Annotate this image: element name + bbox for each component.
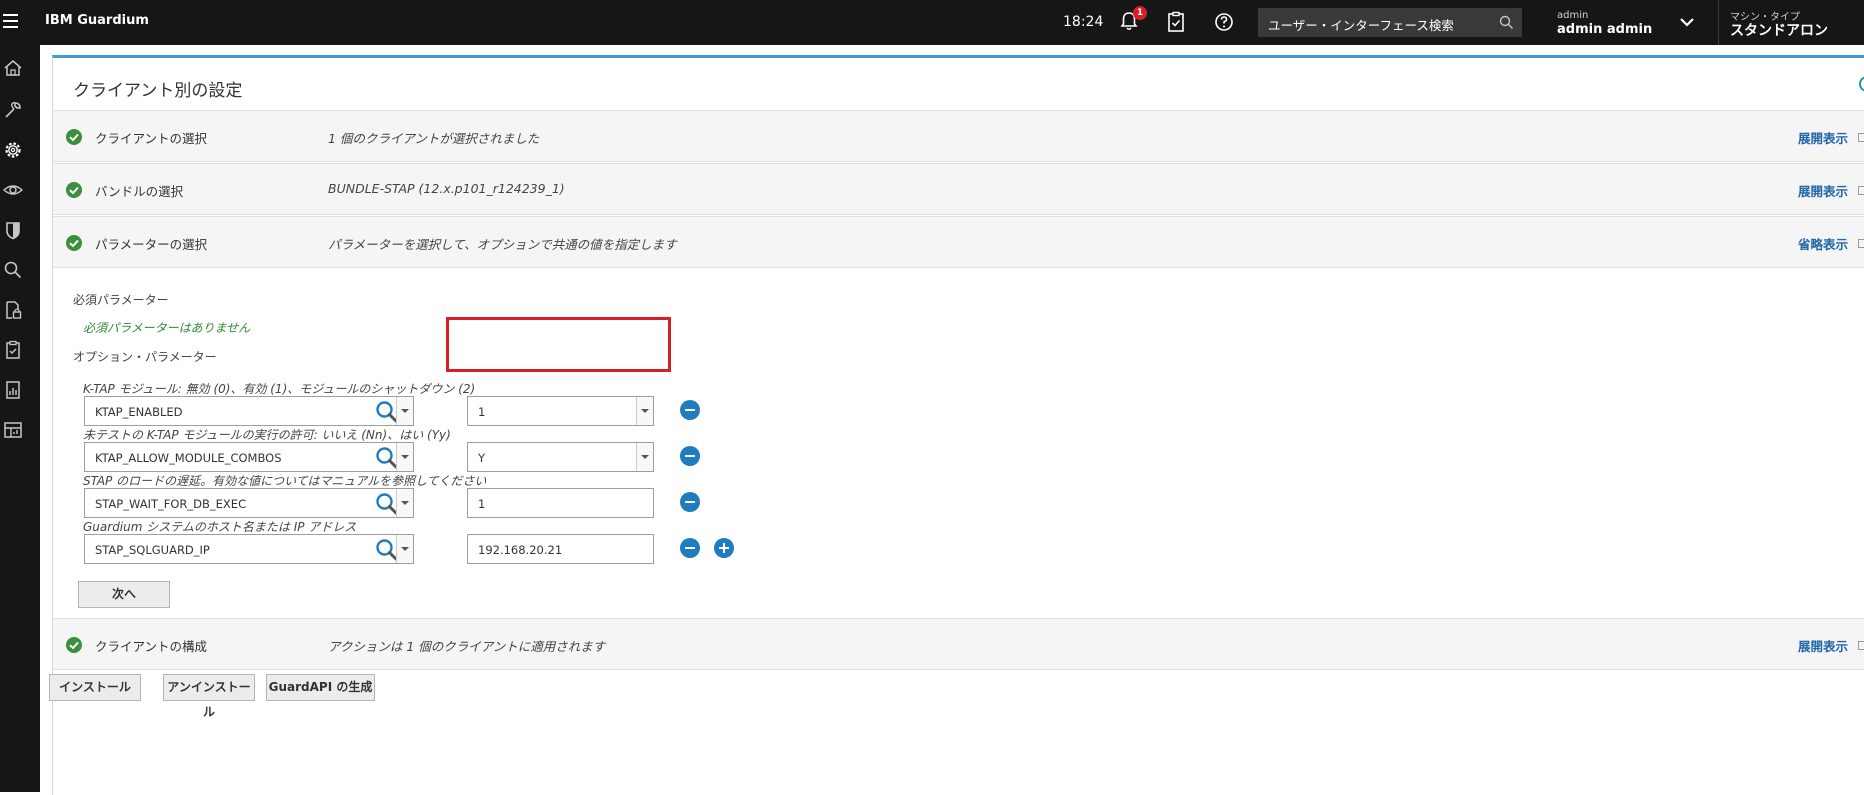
- expand-link[interactable]: 展開表示: [1798, 128, 1848, 147]
- user-label: admin: [1557, 10, 1589, 21]
- shield-icon[interactable]: [2, 219, 24, 241]
- wrench-icon[interactable]: [2, 99, 24, 121]
- check-circle-icon: [66, 637, 82, 653]
- search-placeholder: ユーザー・インターフェース検索: [1268, 18, 1454, 33]
- page-title: クライアント別の設定: [73, 81, 243, 101]
- param-value-select[interactable]: 1: [467, 396, 654, 426]
- ui-search-input[interactable]: ユーザー・インターフェース検索: [1258, 8, 1522, 37]
- user-name[interactable]: admin admin: [1557, 22, 1652, 37]
- param-value: 192.168.20.21: [478, 543, 563, 557]
- remove-param-button[interactable]: [680, 492, 700, 512]
- help-icon[interactable]: [1214, 11, 1234, 33]
- param-value: Y: [478, 451, 486, 465]
- generate-guardapi-button[interactable]: GuardAPI の生成: [266, 674, 375, 701]
- machine-type-value: スタンドアロン: [1730, 23, 1828, 39]
- param-description: K-TAP モジュール: 無効 (0)、有効 (1)、モジュールのシャットダウン…: [83, 382, 476, 396]
- home-icon[interactable]: [2, 57, 24, 79]
- chevron-down-icon[interactable]: [396, 397, 413, 425]
- install-button[interactable]: インストール: [49, 674, 141, 701]
- param-name-combobox[interactable]: STAP_WAIT_FOR_DB_EXEC: [84, 488, 414, 518]
- chevron-down-icon[interactable]: [636, 397, 653, 425]
- main-content: クライアント別の設定 クライアントの選択 1 個のクライアントが選択されました …: [40, 45, 1864, 795]
- param-description: STAP のロードの遅延。有効な値についてはマニュアルを参照してください: [83, 474, 487, 488]
- required-params-none: 必須パラメーターはありません: [83, 321, 251, 335]
- param-value-input[interactable]: 192.168.20.21: [467, 534, 654, 564]
- document-lock-icon[interactable]: [2, 299, 24, 321]
- param-description: 未テストの K-TAP モジュールの実行の許可: いいえ (Nn)、はい (Yy…: [83, 428, 451, 442]
- step-parameter-select: パラメーターの選択 パラメーターを選択して、オプションで共通の値を指定します 省…: [53, 216, 1864, 268]
- remove-param-button[interactable]: [680, 400, 700, 420]
- param-value: 1: [478, 405, 486, 419]
- param-name: STAP_WAIT_FOR_DB_EXEC: [95, 497, 247, 511]
- param-value-select[interactable]: Y: [467, 442, 654, 472]
- collapse-icon[interactable]: [1858, 239, 1864, 248]
- highlight-box: [446, 317, 671, 372]
- param-name: KTAP_ALLOW_MODULE_COMBOS: [95, 451, 282, 465]
- param-value: 1: [478, 497, 486, 511]
- param-name: KTAP_ENABLED: [95, 405, 183, 419]
- client-settings-panel: クライアント別の設定 クライアントの選択 1 個のクライアントが選択されました …: [49, 55, 1864, 795]
- topbar-divider: [1718, 0, 1719, 45]
- chevron-down-icon[interactable]: [1679, 15, 1695, 29]
- refresh-icon[interactable]: [1857, 74, 1864, 94]
- optional-params-label: オプション・パラメーター: [73, 350, 217, 364]
- check-circle-icon: [66, 182, 82, 198]
- notification-badge: 1: [1133, 6, 1147, 20]
- hamburger-menu-icon[interactable]: [0, 8, 22, 36]
- step-description: パラメーターを選択して、オプションで共通の値を指定します: [328, 237, 677, 252]
- collapse-link[interactable]: 省略表示: [1798, 234, 1848, 253]
- check-circle-icon: [66, 235, 82, 251]
- remove-param-button[interactable]: [680, 538, 700, 558]
- check-circle-icon: [66, 129, 82, 145]
- clipboard-check-icon[interactable]: [2, 339, 24, 361]
- required-params-label: 必須パラメーター: [73, 293, 169, 307]
- param-name: STAP_SQLGUARD_IP: [95, 543, 210, 557]
- gear-icon[interactable]: [2, 139, 24, 161]
- search-icon[interactable]: [1499, 15, 1514, 30]
- dashboard-icon[interactable]: [2, 419, 24, 441]
- add-param-button[interactable]: [714, 538, 734, 558]
- step-bundle-select: バンドルの選択 BUNDLE-STAP (12.x.p101_r124239_1…: [53, 163, 1864, 215]
- top-bar: IBM Guardium 18:24 1 ユーザー・インターフェース検索 adm…: [0, 0, 1864, 45]
- param-name-combobox[interactable]: KTAP_ENABLED: [84, 396, 414, 426]
- chevron-down-icon[interactable]: [396, 489, 413, 517]
- eye-icon[interactable]: [2, 179, 24, 201]
- chevron-down-icon[interactable]: [636, 443, 653, 471]
- expand-link[interactable]: 展開表示: [1798, 181, 1848, 200]
- step-description: BUNDLE-STAP (12.x.p101_r124239_1): [328, 181, 565, 196]
- uninstall-button[interactable]: アンインストール: [163, 674, 255, 719]
- step-description: アクションは 1 個のクライアントに適用されます: [328, 639, 606, 654]
- step-name: クライアントの選択: [95, 131, 208, 146]
- param-name-combobox[interactable]: KTAP_ALLOW_MODULE_COMBOS: [84, 442, 414, 472]
- param-name-combobox[interactable]: STAP_SQLGUARD_IP: [84, 534, 414, 564]
- expand-icon[interactable]: [1858, 186, 1864, 195]
- remove-param-button[interactable]: [680, 446, 700, 466]
- chevron-down-icon[interactable]: [396, 443, 413, 471]
- report-icon[interactable]: [2, 379, 24, 401]
- step-name: パラメーターの選択: [95, 237, 208, 252]
- param-description: Guardium システムのホスト名または IP アドレス: [83, 520, 357, 534]
- clock-time: 18:24: [1063, 14, 1104, 30]
- side-nav: [0, 45, 40, 792]
- param-value-input[interactable]: 1: [467, 488, 654, 518]
- expand-icon[interactable]: [1858, 133, 1864, 142]
- step-client-select: クライアントの選択 1 個のクライアントが選択されました 展開表示: [53, 110, 1864, 162]
- search-icon[interactable]: [2, 259, 24, 281]
- next-button[interactable]: 次へ: [78, 581, 170, 608]
- step-client-config: クライアントの構成 アクションは 1 個のクライアントに適用されます 展開表示: [53, 618, 1864, 670]
- expand-icon[interactable]: [1858, 641, 1864, 650]
- clipboard-check-icon[interactable]: [1166, 11, 1186, 33]
- brand-name: IBM Guardium: [45, 13, 149, 28]
- step-name: バンドルの選択: [95, 184, 184, 199]
- step-description: 1 個のクライアントが選択されました: [328, 131, 540, 146]
- step-name: クライアントの構成: [95, 639, 208, 654]
- expand-link[interactable]: 展開表示: [1798, 636, 1848, 655]
- chevron-down-icon[interactable]: [396, 535, 413, 563]
